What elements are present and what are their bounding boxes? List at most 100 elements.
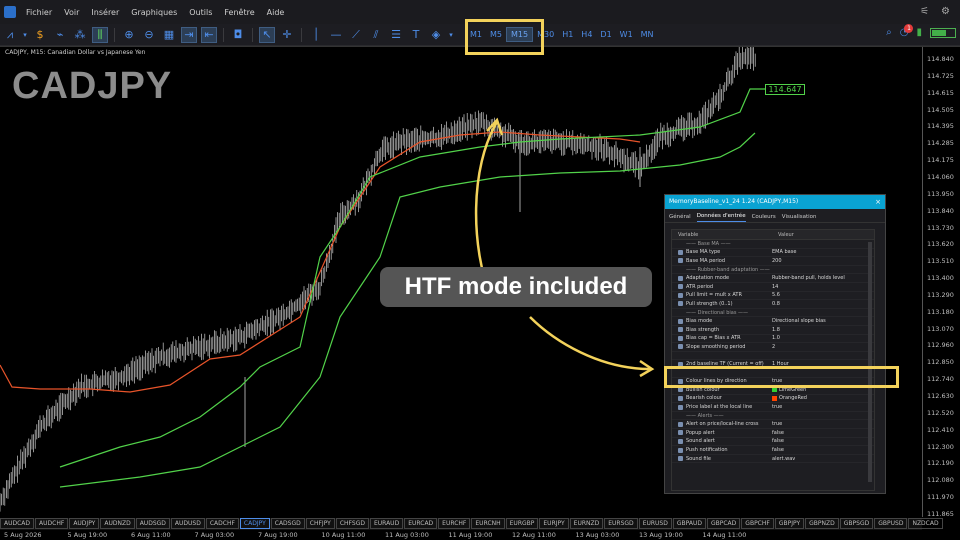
- timeframe-w1[interactable]: W1: [616, 28, 637, 41]
- symbol-tab-eurcad[interactable]: EURCAD: [404, 518, 438, 529]
- symbol-tab-gbpjpy[interactable]: GBPJPY: [774, 518, 805, 529]
- symbol-tab-audusd[interactable]: AUDUSD: [170, 518, 205, 529]
- antenna-icon[interactable]: ⚟: [920, 6, 929, 17]
- input-value[interactable]: 1.8: [772, 326, 780, 334]
- input-row[interactable]: Popup alert false: [672, 429, 874, 438]
- input-value[interactable]: Rubber-band pull, holds level: [772, 274, 845, 282]
- input-value[interactable]: 200: [772, 257, 782, 265]
- price-axis[interactable]: 114.840 114.725 114.615 114.505 114.395 114.2…: [922, 47, 960, 518]
- input-row[interactable]: Bearish colour OrangeRed: [672, 395, 874, 404]
- channel-icon[interactable]: ⫽: [368, 27, 384, 43]
- input-row[interactable]: Adaptation mode Rubber-band pull, holds l…: [672, 274, 874, 283]
- input-row[interactable]: ATR period 14: [672, 283, 874, 292]
- fibonacci-icon[interactable]: ☰: [388, 27, 404, 43]
- input-row[interactable]: Bias cap = Bias x ATR 1.0: [672, 335, 874, 344]
- timeframe-h4[interactable]: H4: [577, 28, 596, 41]
- tab-general[interactable]: Général: [669, 214, 691, 222]
- cursor-icon[interactable]: ↖: [259, 26, 275, 43]
- menu-help[interactable]: Aide: [261, 8, 291, 17]
- symbol-tab-gbpsgd[interactable]: GBPSGD: [839, 518, 874, 529]
- crosshair-icon[interactable]: ✛: [279, 27, 295, 43]
- shapes-icon[interactable]: ◈: [428, 27, 444, 43]
- input-value[interactable]: false: [772, 438, 784, 446]
- symbol-tab-eurcnh[interactable]: EURCNH: [471, 518, 505, 529]
- input-row[interactable]: Price label at the local line true: [672, 403, 874, 412]
- algo-icon[interactable]: ⌁: [52, 27, 68, 43]
- bars-icon[interactable]: ⫼: [92, 26, 108, 43]
- input-value[interactable]: false: [772, 446, 784, 454]
- zoom-out-icon[interactable]: ⊖: [141, 27, 157, 43]
- settings-icon[interactable]: ⚙: [941, 6, 950, 17]
- horizontal-line-icon[interactable]: —: [328, 27, 344, 43]
- symbol-tab-eurusd[interactable]: EURUSD: [638, 518, 672, 529]
- symbol-tab-gbpusd[interactable]: GBPUSD: [874, 518, 908, 529]
- autoscroll-icon[interactable]: ⇥: [181, 26, 197, 43]
- timeframe-d1[interactable]: D1: [596, 28, 615, 41]
- symbol-tab-audsgd[interactable]: AUDSGD: [135, 518, 170, 529]
- input-row[interactable]: Bias strength 1.8: [672, 326, 874, 335]
- color-swatch[interactable]: [772, 395, 777, 401]
- input-row[interactable]: Pull limit = mult x ATR 5.6: [672, 292, 874, 301]
- menu-file[interactable]: Fichier: [20, 8, 58, 17]
- symbol-tab-audchf[interactable]: AUDCHF: [35, 518, 69, 529]
- symbol-tab-gbpchf[interactable]: GBPCHF: [741, 518, 774, 529]
- tab-inputs[interactable]: Données d'entrée: [696, 213, 746, 222]
- dropdown-icon[interactable]: ▾: [448, 27, 454, 43]
- dialog-title-bar[interactable]: MemoryBaseline_v1_24 1.24 (CADJPY,M15) ×: [665, 195, 885, 209]
- symbol-tab-eurchf[interactable]: EURCHF: [438, 518, 471, 529]
- timeframe-h1[interactable]: H1: [558, 28, 577, 41]
- input-value[interactable]: OrangeRed: [779, 395, 807, 403]
- timeframe-mn[interactable]: MN: [637, 28, 658, 41]
- tab-colors[interactable]: Couleurs: [752, 214, 776, 222]
- symbol-tab-eurnzd[interactable]: EURNZD: [569, 518, 604, 529]
- grid-icon[interactable]: ▦: [161, 27, 177, 43]
- menu-charts[interactable]: Graphiques: [125, 8, 183, 17]
- text-icon[interactable]: T: [408, 27, 424, 43]
- chart-type-icon[interactable]: ⩘: [2, 27, 18, 43]
- close-icon[interactable]: ×: [875, 195, 881, 209]
- input-row[interactable]: Sound file alert.wav: [672, 455, 874, 464]
- input-row[interactable]: Base MA type EMA base: [672, 249, 874, 258]
- input-row[interactable]: Bias mode Directional slope bias: [672, 317, 874, 326]
- menu-insert[interactable]: Insérer: [85, 8, 125, 17]
- input-row[interactable]: Push notification false: [672, 446, 874, 455]
- symbol-tab-eurgbp[interactable]: EURGBP: [505, 518, 539, 529]
- symbol-tab-chfjpy[interactable]: CHFJPY: [305, 518, 335, 529]
- input-value[interactable]: true: [772, 420, 782, 428]
- vertical-line-icon[interactable]: │: [308, 27, 324, 43]
- symbol-tab-eurjpy[interactable]: EURJPY: [539, 518, 569, 529]
- symbol-tab-audcad[interactable]: AUDCAD: [0, 518, 35, 529]
- symbol-tab-gbpnzd[interactable]: GBPNZD: [805, 518, 839, 529]
- indicators-icon[interactable]: ⁂: [72, 27, 88, 43]
- symbol-tab-nzdcad[interactable]: NZDCAD: [908, 518, 943, 529]
- symbol-tab-cadsgd[interactable]: CADSGD: [270, 518, 305, 529]
- chart-shift-icon[interactable]: ⇤: [201, 26, 217, 43]
- symbol-tab-euraud[interactable]: EURAUD: [369, 518, 404, 529]
- input-value[interactable]: false: [772, 429, 784, 437]
- input-row[interactable]: Pull strength (0..1) 0.8: [672, 300, 874, 309]
- input-row[interactable]: Sound alert false: [672, 438, 874, 447]
- symbol-tab-gbpaud[interactable]: GBPAUD: [672, 518, 706, 529]
- symbol-tab-audjpy[interactable]: AUDJPY: [69, 518, 100, 529]
- menu-tools[interactable]: Outils: [183, 8, 218, 17]
- input-value[interactable]: 0.8: [772, 300, 780, 308]
- screenshot-icon[interactable]: ◘: [230, 27, 246, 43]
- color-swatch[interactable]: [772, 387, 777, 393]
- input-row[interactable]: Slope smoothing period 2: [672, 343, 874, 352]
- dropdown-icon[interactable]: ▾: [22, 27, 28, 43]
- input-value[interactable]: Directional slope bias: [772, 317, 826, 325]
- input-value[interactable]: 5.6: [772, 292, 780, 300]
- symbol-tab-eursgd[interactable]: EURSGD: [604, 518, 638, 529]
- trade-icon[interactable]: $: [32, 27, 48, 43]
- input-value[interactable]: 1.0: [772, 335, 780, 343]
- menu-window[interactable]: Fenêtre: [218, 8, 260, 17]
- input-row[interactable]: Base MA period 200: [672, 257, 874, 266]
- search-icon[interactable]: ⌕: [886, 27, 892, 38]
- trendline-icon[interactable]: ⟋: [348, 27, 364, 43]
- input-value[interactable]: alert.wav: [772, 455, 795, 463]
- symbol-tab-cadjpy[interactable]: CADJPY: [239, 518, 270, 529]
- notifications-icon[interactable]: ◔ 1: [900, 24, 914, 38]
- zoom-in-icon[interactable]: ⊕: [121, 27, 137, 43]
- symbol-tab-audnzd[interactable]: AUDNZD: [100, 518, 135, 529]
- input-value[interactable]: true: [772, 403, 782, 411]
